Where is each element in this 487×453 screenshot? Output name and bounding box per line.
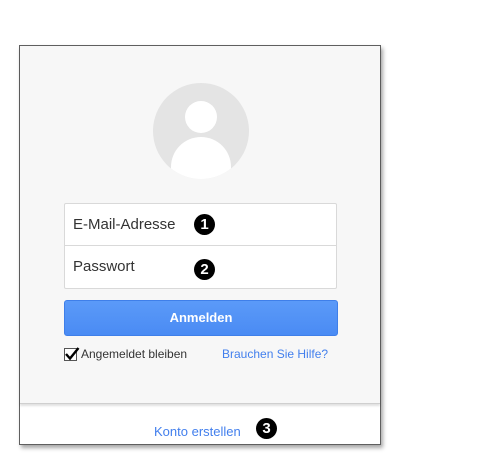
avatar-body (171, 137, 231, 179)
stay-signed-in[interactable]: Angemeldet bleiben (64, 346, 187, 362)
login-window: E-Mail-Adresse 1 Passwort 2 Anmelden Ang… (19, 45, 381, 445)
user-avatar-icon (153, 83, 249, 179)
login-card: E-Mail-Adresse 1 Passwort 2 Anmelden Ang… (20, 46, 380, 404)
checkmark-icon (65, 346, 80, 360)
password-placeholder: Passwort (73, 258, 135, 275)
create-account-link[interactable]: Konto erstellen (154, 424, 241, 439)
annotation-marker-2: 2 (194, 259, 215, 280)
stay-signed-in-checkbox[interactable] (64, 346, 80, 361)
stay-signed-in-label: Angemeldet bleiben (81, 347, 188, 361)
annotation-marker-1: 1 (194, 214, 215, 235)
email-placeholder: E-Mail-Adresse (73, 216, 176, 233)
annotation-marker-3: 3 (256, 418, 277, 439)
help-link[interactable]: Brauchen Sie Hilfe? (222, 347, 328, 361)
signin-button[interactable]: Anmelden (64, 300, 338, 336)
avatar-head (185, 101, 217, 133)
